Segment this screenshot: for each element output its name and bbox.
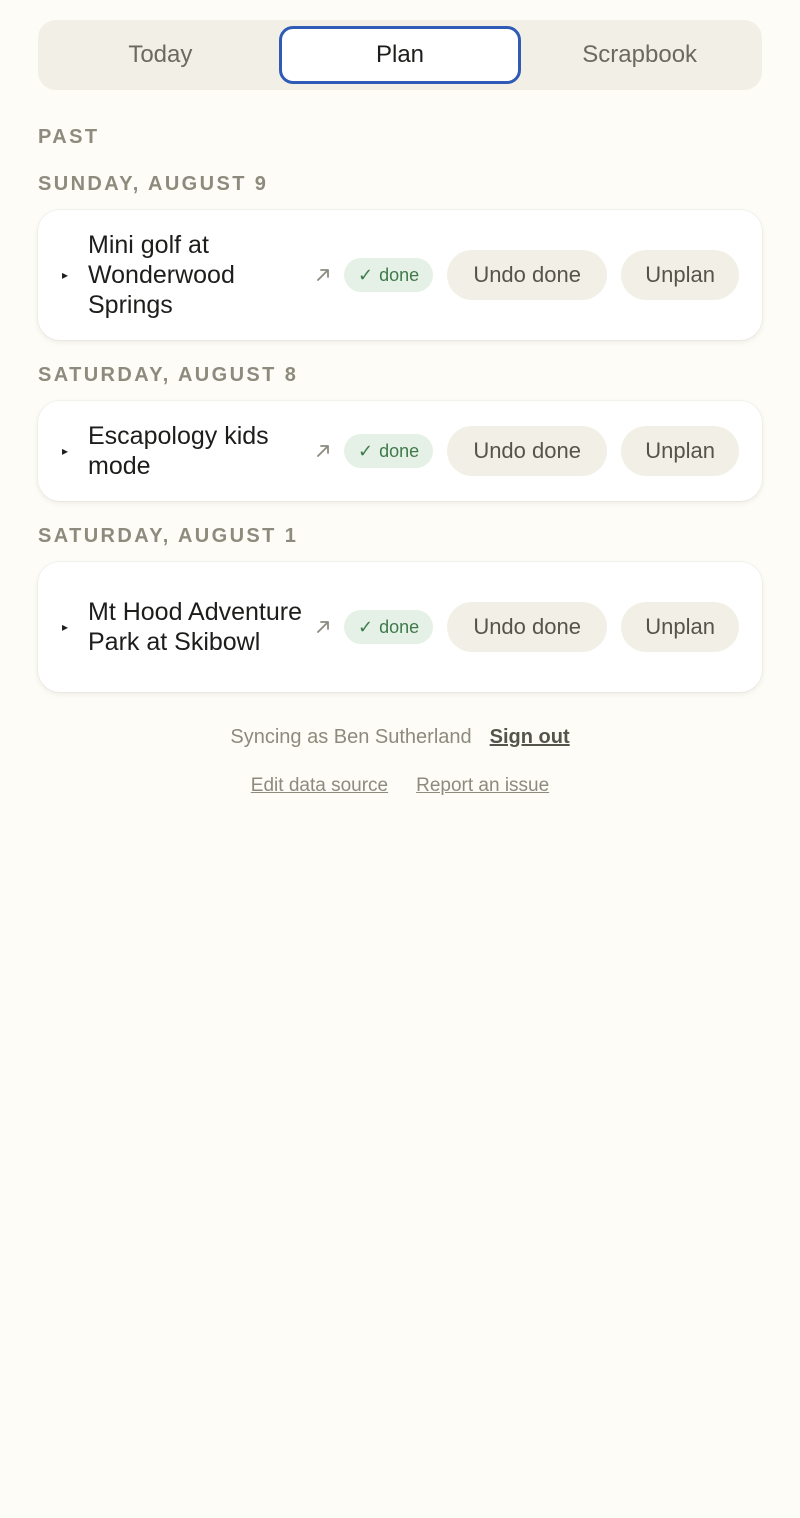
unplan-button[interactable]: Unplan [621,250,740,300]
external-link-icon[interactable] [310,614,336,640]
expand-triangle-icon[interactable]: ▸ [62,620,82,634]
unplan-button[interactable]: Unplan [621,426,740,476]
view-tabs: Today Plan Scrapbook [38,20,762,90]
plan-item-title: Mt Hood Adventure Park at Skibowl [88,598,303,656]
day-heading: SATURDAY, AUGUST 8 [38,364,299,386]
plan-item-card: ▸ Mini golf at Wonderwood Springs ✓ done… [38,210,762,340]
plan-item-card: ▸ Escapology kids mode ✓ done Undo done … [38,401,762,501]
undo-done-button[interactable]: Undo done [447,426,608,476]
external-link-icon[interactable] [310,438,336,464]
plan-item-card: ▸ Mt Hood Adventure Park at Skibowl ✓ do… [38,562,762,692]
done-status-label: done [379,440,420,461]
plan-item-title: Escapology kids mode [88,422,269,480]
check-icon: ✓ [358,440,374,461]
footer-links: Edit data source Report an issue [38,775,762,797]
report-issue-link[interactable]: Report an issue [416,775,549,797]
sync-status: Syncing as Ben Sutherland Sign out [38,726,762,749]
tab-scrapbook[interactable]: Scrapbook [521,26,758,84]
plan-page: Today Plan Scrapbook PAST SUNDAY, AUGUST… [0,0,800,1518]
sign-out-link[interactable]: Sign out [490,726,570,749]
done-status-label: done [379,264,420,285]
plan-item-title: Mini golf at Wonderwood Springs [88,231,235,319]
edit-data-source-link[interactable]: Edit data source [251,775,388,797]
tab-plan[interactable]: Plan [278,26,522,84]
done-status-badge: ✓ done [344,434,434,468]
day-heading: SUNDAY, AUGUST 9 [38,173,269,195]
expand-triangle-icon[interactable]: ▸ [62,444,82,458]
tab-today[interactable]: Today [42,26,279,84]
done-status-badge: ✓ done [344,610,434,644]
check-icon: ✓ [358,616,374,637]
sync-text: Syncing as Ben Sutherland [230,726,472,748]
done-status-badge: ✓ done [344,258,434,292]
check-icon: ✓ [358,264,374,285]
past-section-heading: PAST [38,126,100,148]
undo-done-button[interactable]: Undo done [447,250,608,300]
undo-done-button[interactable]: Undo done [447,602,608,652]
expand-triangle-icon[interactable]: ▸ [62,268,82,282]
unplan-button[interactable]: Unplan [621,602,740,652]
external-link-icon[interactable] [310,262,336,288]
day-heading: SATURDAY, AUGUST 1 [38,525,299,547]
done-status-label: done [379,616,420,637]
